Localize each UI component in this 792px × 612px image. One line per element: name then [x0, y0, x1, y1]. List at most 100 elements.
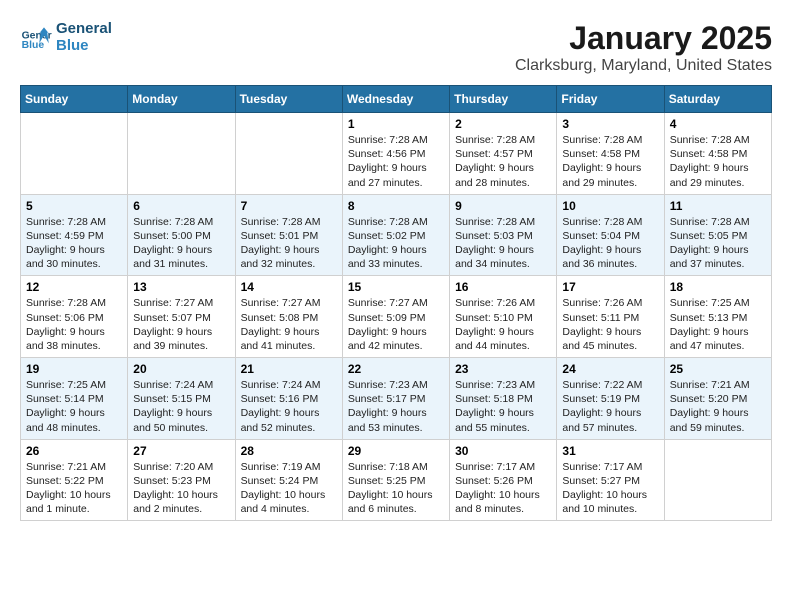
- day-number: 26: [26, 444, 122, 458]
- weekday-header-friday: Friday: [557, 86, 664, 113]
- day-number: 3: [562, 117, 658, 131]
- calendar-cell: 20Sunrise: 7:24 AM Sunset: 5:15 PM Dayli…: [128, 358, 235, 440]
- day-number: 29: [348, 444, 444, 458]
- calendar-cell: 15 Sunrise: 7:27 AM Sunset: 5:09 PM Dayli…: [342, 276, 449, 358]
- day-number: 13: [133, 280, 229, 294]
- day-number: 23: [455, 362, 551, 376]
- day-number: 16: [455, 280, 551, 294]
- calendar-cell: 2Sunrise: 7:28 AM Sunset: 4:57 PM Daylig…: [450, 113, 557, 195]
- day-info: Sunrise: 7:24 AM Sunset: 5:16 PM Dayligh…: [241, 378, 337, 435]
- calendar-cell: 27 Sunrise: 7:20 AM Sunset: 5:23 PM Dayli…: [128, 439, 235, 521]
- day-number: 1: [348, 117, 444, 131]
- calendar-cell: [664, 439, 771, 521]
- calendar-cell: [235, 113, 342, 195]
- day-info: Sunrise: 7:23 AM Sunset: 5:17 PM Dayligh…: [348, 378, 444, 435]
- weekday-header-tuesday: Tuesday: [235, 86, 342, 113]
- day-info: Sunrise: 7:21 AM Sunset: 5:22 PM Dayligh…: [26, 460, 122, 517]
- day-info: Sunrise: 7:24 AM Sunset: 5:15 PM Dayligh…: [133, 378, 229, 435]
- day-info: Sunrise: 7:22 AM Sunset: 5:19 PM Dayligh…: [562, 378, 658, 435]
- day-number: 14: [241, 280, 337, 294]
- day-number: 11: [670, 199, 766, 213]
- calendar-cell: 18 Sunrise: 7:25 AM Sunset: 5:13 PM Dayli…: [664, 276, 771, 358]
- day-number: 22: [348, 362, 444, 376]
- day-number: 19: [26, 362, 122, 376]
- day-number: 7: [241, 199, 337, 213]
- calendar-cell: 22 Sunrise: 7:23 AM Sunset: 5:17 PM Dayli…: [342, 358, 449, 440]
- day-number: 9: [455, 199, 551, 213]
- calendar-cell: 3 Sunrise: 7:28 AM Sunset: 4:58 PM Daylig…: [557, 113, 664, 195]
- day-info: Sunrise: 7:20 AM Sunset: 5:23 PM Dayligh…: [133, 460, 229, 517]
- day-number: 2: [455, 117, 551, 131]
- day-number: 31: [562, 444, 658, 458]
- day-info: Sunrise: 7:28 AM Sunset: 5:02 PM Dayligh…: [348, 215, 444, 272]
- week-row-2: 5 Sunrise: 7:28 AM Sunset: 4:59 PM Daylig…: [21, 194, 772, 276]
- day-info: Sunrise: 7:25 AM Sunset: 5:13 PM Dayligh…: [670, 296, 766, 353]
- day-number: 17: [562, 280, 658, 294]
- calendar-cell: 4Sunrise: 7:28 AM Sunset: 4:58 PM Daylig…: [664, 113, 771, 195]
- day-info: Sunrise: 7:26 AM Sunset: 5:11 PM Dayligh…: [562, 296, 658, 353]
- title-area: January 2025 Clarksburg, Maryland, Unite…: [515, 20, 772, 75]
- weekday-header-monday: Monday: [128, 86, 235, 113]
- calendar-cell: 23 Sunrise: 7:23 AM Sunset: 5:18 PM Dayli…: [450, 358, 557, 440]
- day-number: 8: [348, 199, 444, 213]
- logo-text-line1: General: [56, 20, 112, 37]
- day-number: 25: [670, 362, 766, 376]
- logo-text-line2: Blue: [56, 37, 112, 54]
- day-number: 21: [241, 362, 337, 376]
- week-row-5: 26 Sunrise: 7:21 AM Sunset: 5:22 PM Dayli…: [21, 439, 772, 521]
- day-info: Sunrise: 7:28 AM Sunset: 5:03 PM Dayligh…: [455, 215, 551, 272]
- calendar-cell: 29 Sunrise: 7:18 AM Sunset: 5:25 PM Dayli…: [342, 439, 449, 521]
- calendar-cell: [128, 113, 235, 195]
- calendar-table: SundayMondayTuesdayWednesdayThursdayFrid…: [20, 85, 772, 521]
- week-row-1: 1Sunrise: 7:28 AM Sunset: 4:56 PM Daylig…: [21, 113, 772, 195]
- day-number: 10: [562, 199, 658, 213]
- day-info: Sunrise: 7:25 AM Sunset: 5:14 PM Dayligh…: [26, 378, 122, 435]
- day-info: Sunrise: 7:21 AM Sunset: 5:20 PM Dayligh…: [670, 378, 766, 435]
- day-number: 24: [562, 362, 658, 376]
- day-info: Sunrise: 7:28 AM Sunset: 4:58 PM Dayligh…: [562, 133, 658, 190]
- calendar-cell: 25 Sunrise: 7:21 AM Sunset: 5:20 PM Dayli…: [664, 358, 771, 440]
- weekday-header-thursday: Thursday: [450, 86, 557, 113]
- day-number: 18: [670, 280, 766, 294]
- svg-text:Blue: Blue: [22, 40, 45, 51]
- calendar-cell: 10 Sunrise: 7:28 AM Sunset: 5:04 PM Dayli…: [557, 194, 664, 276]
- weekday-header-wednesday: Wednesday: [342, 86, 449, 113]
- calendar-cell: 11 Sunrise: 7:28 AM Sunset: 5:05 PM Dayli…: [664, 194, 771, 276]
- calendar-cell: [21, 113, 128, 195]
- calendar-cell: 24 Sunrise: 7:22 AM Sunset: 5:19 PM Dayli…: [557, 358, 664, 440]
- calendar-cell: 12Sunrise: 7:28 AM Sunset: 5:06 PM Dayli…: [21, 276, 128, 358]
- day-info: Sunrise: 7:27 AM Sunset: 5:09 PM Dayligh…: [348, 296, 444, 353]
- day-info: Sunrise: 7:28 AM Sunset: 5:04 PM Dayligh…: [562, 215, 658, 272]
- calendar-cell: 14 Sunrise: 7:27 AM Sunset: 5:08 PM Dayli…: [235, 276, 342, 358]
- calendar-cell: 9 Sunrise: 7:28 AM Sunset: 5:03 PM Daylig…: [450, 194, 557, 276]
- week-row-4: 19 Sunrise: 7:25 AM Sunset: 5:14 PM Dayli…: [21, 358, 772, 440]
- calendar-cell: 17 Sunrise: 7:26 AM Sunset: 5:11 PM Dayli…: [557, 276, 664, 358]
- week-row-3: 12Sunrise: 7:28 AM Sunset: 5:06 PM Dayli…: [21, 276, 772, 358]
- day-info: Sunrise: 7:27 AM Sunset: 5:07 PM Dayligh…: [133, 296, 229, 353]
- day-info: Sunrise: 7:19 AM Sunset: 5:24 PM Dayligh…: [241, 460, 337, 517]
- day-number: 4: [670, 117, 766, 131]
- logo: General Blue General Blue: [20, 20, 112, 54]
- calendar-cell: 26 Sunrise: 7:21 AM Sunset: 5:22 PM Dayli…: [21, 439, 128, 521]
- logo-icon: General Blue: [20, 21, 52, 53]
- calendar-cell: 19 Sunrise: 7:25 AM Sunset: 5:14 PM Dayli…: [21, 358, 128, 440]
- day-number: 28: [241, 444, 337, 458]
- day-info: Sunrise: 7:17 AM Sunset: 5:27 PM Dayligh…: [562, 460, 658, 517]
- day-info: Sunrise: 7:28 AM Sunset: 5:01 PM Dayligh…: [241, 215, 337, 272]
- calendar-cell: 21 Sunrise: 7:24 AM Sunset: 5:16 PM Dayli…: [235, 358, 342, 440]
- calendar-cell: 6Sunrise: 7:28 AM Sunset: 5:00 PM Daylig…: [128, 194, 235, 276]
- day-number: 27: [133, 444, 229, 458]
- day-info: Sunrise: 7:28 AM Sunset: 5:05 PM Dayligh…: [670, 215, 766, 272]
- calendar-cell: 5 Sunrise: 7:28 AM Sunset: 4:59 PM Daylig…: [21, 194, 128, 276]
- calendar-cell: 1Sunrise: 7:28 AM Sunset: 4:56 PM Daylig…: [342, 113, 449, 195]
- day-number: 5: [26, 199, 122, 213]
- day-number: 12: [26, 280, 122, 294]
- day-info: Sunrise: 7:23 AM Sunset: 5:18 PM Dayligh…: [455, 378, 551, 435]
- day-info: Sunrise: 7:18 AM Sunset: 5:25 PM Dayligh…: [348, 460, 444, 517]
- calendar-cell: 31 Sunrise: 7:17 AM Sunset: 5:27 PM Dayli…: [557, 439, 664, 521]
- header: General Blue General Blue January 2025 C…: [20, 20, 772, 75]
- day-info: Sunrise: 7:27 AM Sunset: 5:08 PM Dayligh…: [241, 296, 337, 353]
- day-number: 15: [348, 280, 444, 294]
- weekday-header-row: SundayMondayTuesdayWednesdayThursdayFrid…: [21, 86, 772, 113]
- day-info: Sunrise: 7:28 AM Sunset: 4:59 PM Dayligh…: [26, 215, 122, 272]
